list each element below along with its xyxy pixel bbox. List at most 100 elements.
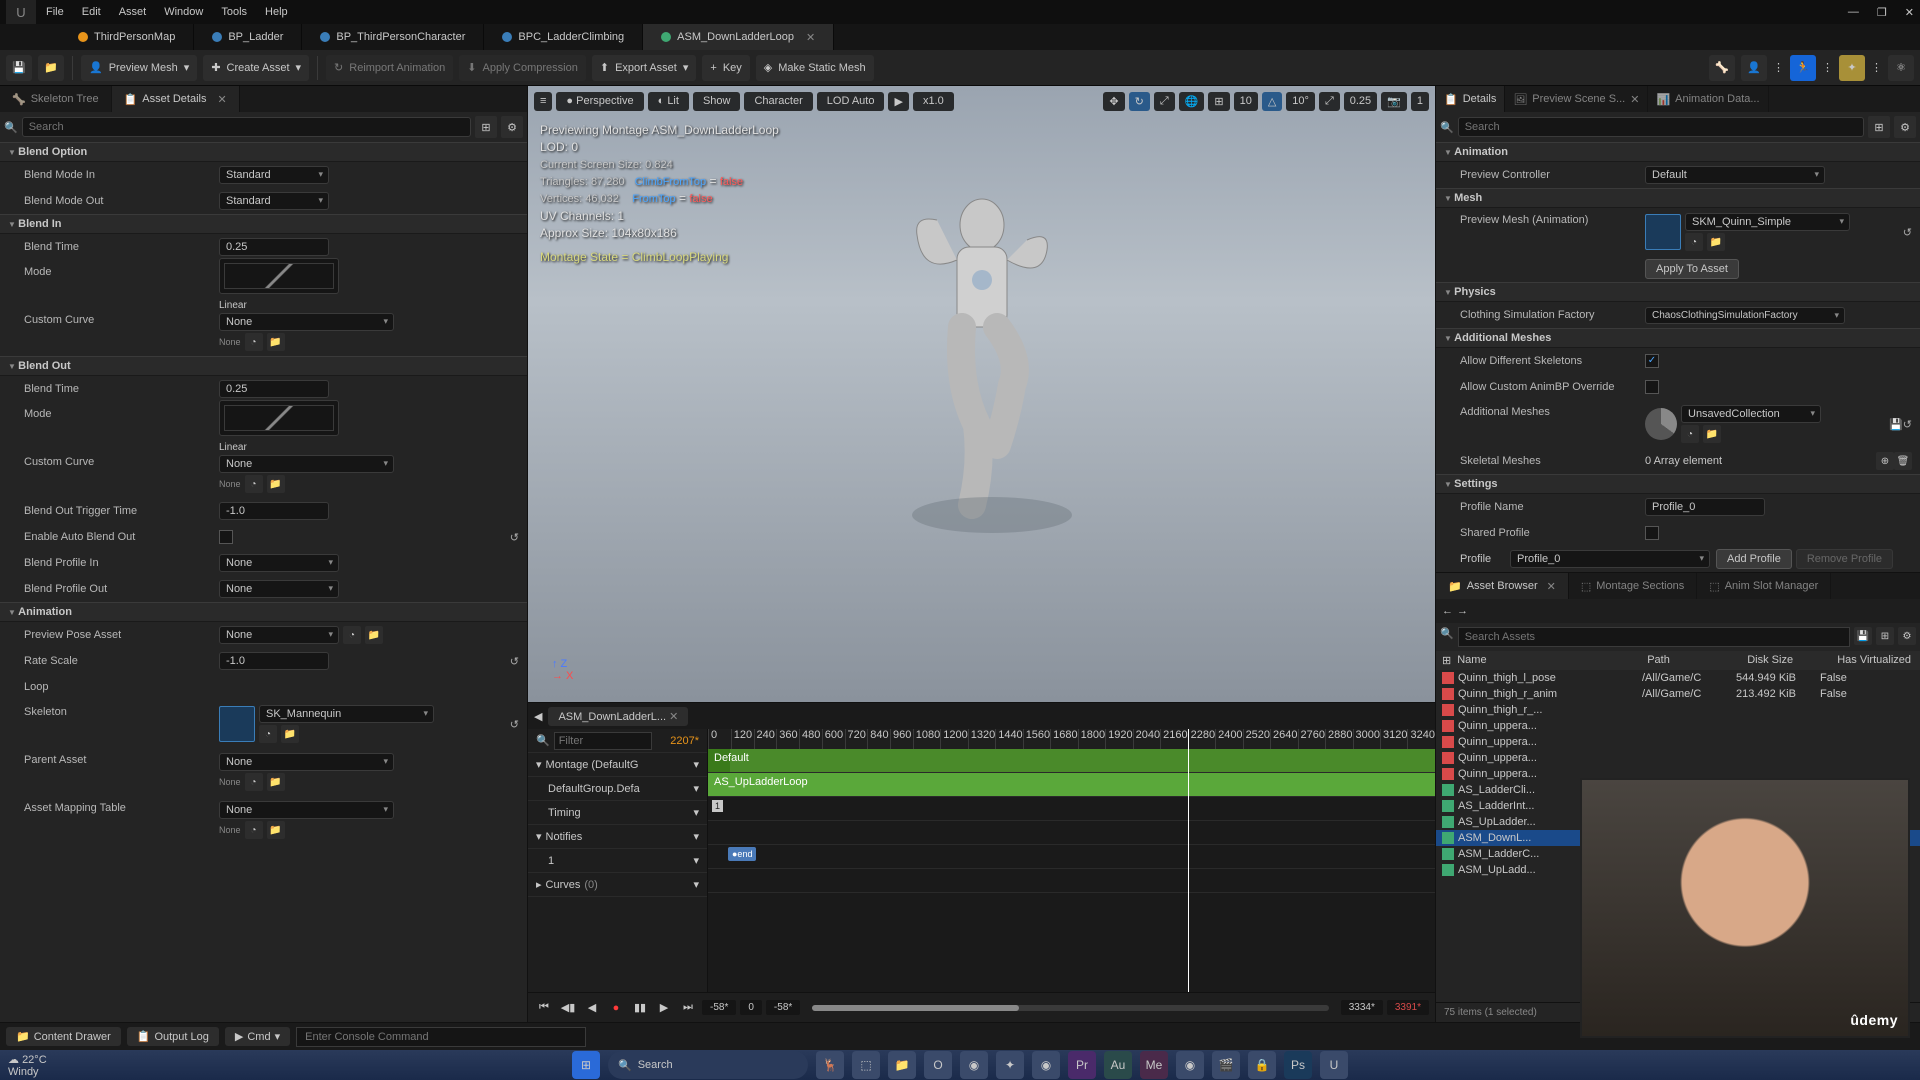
dropdown-icon[interactable]: ▾ [693,830,699,843]
mesh-thumb[interactable] [1645,214,1681,250]
asset-mapping-dropdown[interactable]: None [219,801,394,819]
menu-tools[interactable]: Tools [221,6,247,18]
dropdown-icon[interactable]: ▾ [693,806,699,819]
menu-edit[interactable]: Edit [82,6,101,18]
dropdown-icon[interactable]: ▾ [693,758,699,771]
skeleton-mode-icon[interactable]: 🦴 [1709,55,1735,81]
section-track[interactable]: Default [708,749,1435,773]
category-physics[interactable]: Physics [1436,282,1920,302]
curve-preview-out[interactable] [219,400,339,436]
physics-mode-icon[interactable]: ⚛ [1888,55,1914,81]
timeline-tab[interactable]: ASM_DownLadderL... ✕ [548,707,688,726]
category-animation-r[interactable]: Animation [1436,142,1920,162]
reset-icon[interactable]: ↺ [1903,418,1912,431]
start-button[interactable]: ⊞ [572,1051,600,1079]
timeline-tracks[interactable]: 2207* (1.15) (65.08%) 012024036048060072… [708,729,1435,992]
profile-dropdown[interactable]: Profile_0 [1510,550,1710,568]
allow-diff-checkbox[interactable] [1645,354,1659,368]
angle-snap-icon[interactable]: △ [1262,92,1282,111]
filter-icon[interactable]: ⊞ [475,116,497,138]
taskbar-search[interactable]: 🔍 Search [608,1051,808,1079]
tab-anim-data[interactable]: 📊 Animation Data... [1648,86,1768,112]
blend-mode-icon[interactable]: ✦ [1839,55,1865,81]
weather-widget[interactable]: ☁ 22°C Windy [8,1053,47,1078]
camera-speed-icon[interactable]: 📷 [1381,92,1407,111]
menu-asset[interactable]: Asset [119,6,147,18]
dropdown-icon[interactable]: ▾ [693,878,699,891]
step-back-icon[interactable]: ◀▮ [558,998,578,1018]
scale-snap-icon[interactable]: ⤢ [1319,92,1340,111]
save-icon[interactable]: 💾 [6,55,32,81]
timing-track[interactable]: 1 [708,797,1435,821]
add-profile-button[interactable]: Add Profile [1716,549,1792,569]
hamburger-icon[interactable]: ≡ [534,92,552,111]
next-frame-icon[interactable]: ▶ [654,998,674,1018]
use-icon[interactable]: ◔ [245,821,263,839]
browse-icon[interactable]: 📁 [267,821,285,839]
browse-icon[interactable]: 📁 [1707,233,1725,251]
reset-icon[interactable]: ↺ [1903,226,1912,239]
addl-meshes-dropdown[interactable]: UnsavedCollection [1681,405,1821,423]
anim-mode-icon[interactable]: 🏃 [1790,55,1816,81]
browse-icon[interactable]: 📁 [267,475,285,493]
opera-icon[interactable]: O [924,1051,952,1079]
remove-profile-button[interactable]: Remove Profile [1796,549,1893,569]
lit-button[interactable]: ◐ Lit [648,92,689,111]
app-deer-icon[interactable]: 🦌 [816,1051,844,1079]
use-icon[interactable]: ◔ [343,626,361,644]
filter-icon[interactable]: ⊞ [1868,116,1890,138]
blend-time-out-input[interactable]: 0.25 [219,380,329,398]
blend-profile-in-dropdown[interactable]: None [219,554,339,572]
tab-details[interactable]: 📋 Details [1436,86,1505,112]
static-mesh-button[interactable]: ◈ Make Static Mesh [756,55,874,81]
asset-search-input[interactable] [1458,627,1850,647]
move-tool-icon[interactable]: ✥ [1103,92,1124,111]
shared-profile-checkbox[interactable] [1645,526,1659,540]
filter-input[interactable] [554,732,652,750]
asset-row[interactable]: Quinn_thigh_r_anim/All/Game/C213.492 KiB… [1436,686,1920,702]
photoshop-icon[interactable]: Ps [1284,1051,1312,1079]
trash-icon[interactable]: 🗑 [1894,452,1912,470]
close-icon[interactable]: ✕ [217,93,226,106]
record-icon[interactable]: ● [606,998,626,1018]
notify-track-header[interactable] [708,821,1435,845]
browse-icon[interactable]: 📁 [38,55,64,81]
curves-track[interactable] [708,869,1435,893]
expand-icon[interactable]: ▸ [536,878,542,891]
category-blend-in[interactable]: Blend In [0,214,527,234]
curve-edit-icon[interactable]: ◔ [245,333,263,351]
expand-icon[interactable]: ▾ [536,758,542,771]
perspective-button[interactable]: ● Perspective [556,92,643,111]
notify-track[interactable]: ●end [708,845,1435,869]
scale-value[interactable]: 0.25 [1344,92,1377,111]
grid-value[interactable]: 10 [1234,92,1258,111]
profile-name-input[interactable]: Profile_0 [1645,498,1765,516]
preview-mesh-dropdown[interactable]: SKM_Quinn_Simple [1685,213,1850,231]
use-icon[interactable]: ◔ [245,773,263,791]
show-button[interactable]: Show [693,92,741,111]
anim-track[interactable]: AS_UpLadderLoop [708,773,1435,797]
audition-icon[interactable]: Au [1104,1051,1132,1079]
scale-tool-icon[interactable]: ⤢ [1154,92,1175,111]
dropdown-icon[interactable]: ▾ [693,782,699,795]
explorer-icon[interactable]: 📁 [888,1051,916,1079]
tab-bp-thirdpersoncharacter[interactable]: BP_ThirdPersonCharacter [302,24,484,50]
browse-icon[interactable]: 📁 [281,725,299,743]
collection-thumb[interactable] [1645,408,1677,440]
close-icon[interactable]: ✕ [669,711,678,723]
to-start-icon[interactable]: ⏮ [534,998,554,1018]
reset-icon[interactable]: ↺ [510,655,519,668]
tab-thirdpersonmap[interactable]: ThirdPersonMap [60,24,194,50]
angle-value[interactable]: 10° [1286,92,1315,111]
timeline-ruler[interactable]: 0120240360480600720840960108012001320144… [708,729,1435,749]
cur-frame[interactable]: 0 [740,1000,762,1015]
category-addl-meshes[interactable]: Additional Meshes [1436,328,1920,348]
allow-custom-checkbox[interactable] [1645,380,1659,394]
dropdown-icon[interactable]: ⋮ [1822,61,1833,74]
menu-file[interactable]: File [46,6,64,18]
scrub-bar[interactable] [812,1005,1328,1011]
rotate-tool-icon[interactable]: ↻ [1129,92,1150,111]
menu-window[interactable]: Window [164,6,203,18]
app-icon3[interactable]: 🔒 [1248,1051,1276,1079]
playhead[interactable] [1188,729,1189,992]
